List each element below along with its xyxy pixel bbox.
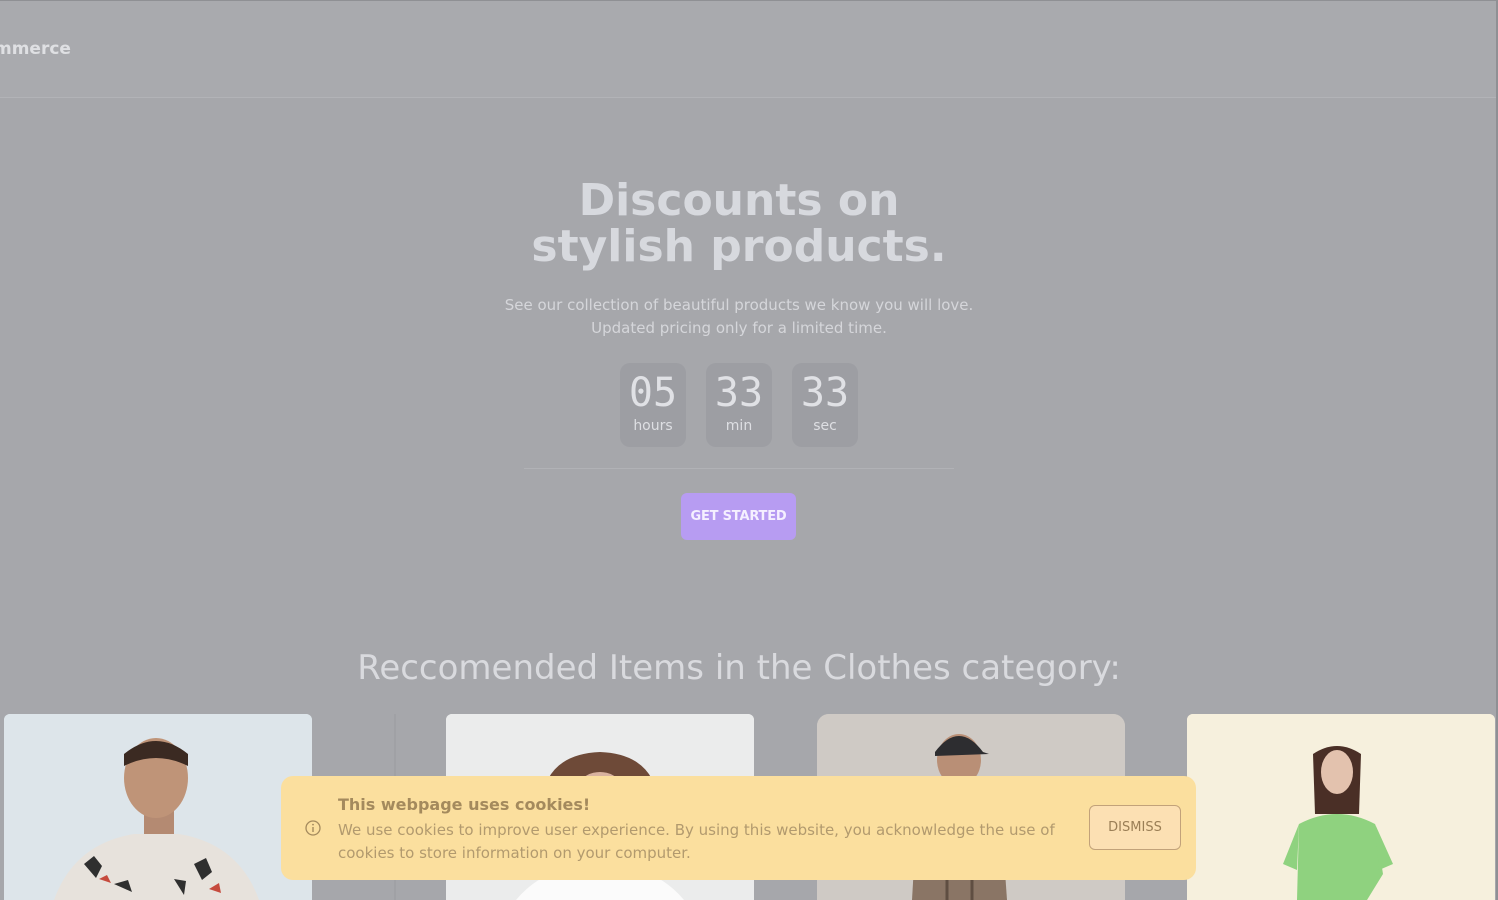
product-card-1[interactable] — [4, 714, 312, 900]
countdown-seconds: 33 sec — [792, 363, 858, 447]
hero-divider — [524, 468, 954, 469]
info-icon — [305, 820, 321, 836]
countdown-minutes-value: 33 — [714, 370, 764, 416]
countdown-hours-value: 05 — [628, 370, 678, 416]
countdown-minutes: 33 min — [706, 363, 772, 447]
dismiss-button[interactable]: DISMISS — [1089, 805, 1181, 850]
hero-subtitle-line-1: See our collection of beautiful products… — [504, 296, 974, 314]
product-image-4 — [1187, 714, 1495, 900]
cookie-banner-title: This webpage uses cookies! — [338, 795, 591, 814]
recommended-heading: Reccomended Items in the Clothes categor… — [357, 648, 1121, 688]
product-card-4[interactable] — [1187, 714, 1495, 900]
countdown-hours: 05 hours — [620, 363, 686, 447]
countdown-seconds-label: sec — [813, 418, 837, 434]
product-image-1 — [4, 714, 312, 900]
get-started-button[interactable]: GET STARTED — [681, 493, 796, 540]
cookie-banner: This webpage uses cookies! We use cookie… — [281, 776, 1196, 880]
countdown-timer: 05 hours 33 min 33 sec — [620, 363, 858, 447]
hero-subtitle-line-2: Updated pricing only for a limited time. — [591, 319, 887, 337]
countdown-seconds-value: 33 — [800, 370, 850, 416]
top-navbar: mmerce — [0, 0, 1498, 98]
hero-title-line-2: stylish products. — [531, 221, 947, 272]
countdown-hours-label: hours — [633, 418, 673, 434]
hero-title-line-1: Discounts on — [578, 175, 900, 226]
page: mmerce Discounts on stylish products. Se… — [0, 0, 1498, 900]
cookie-banner-text: We use cookies to improve user experienc… — [338, 821, 1055, 862]
countdown-minutes-label: min — [725, 418, 753, 434]
hero-title: Discounts on stylish products. — [449, 178, 1029, 270]
hero-subtitle: See our collection of beautiful products… — [449, 294, 1029, 340]
brand-logo-text[interactable]: mmerce — [0, 39, 71, 59]
